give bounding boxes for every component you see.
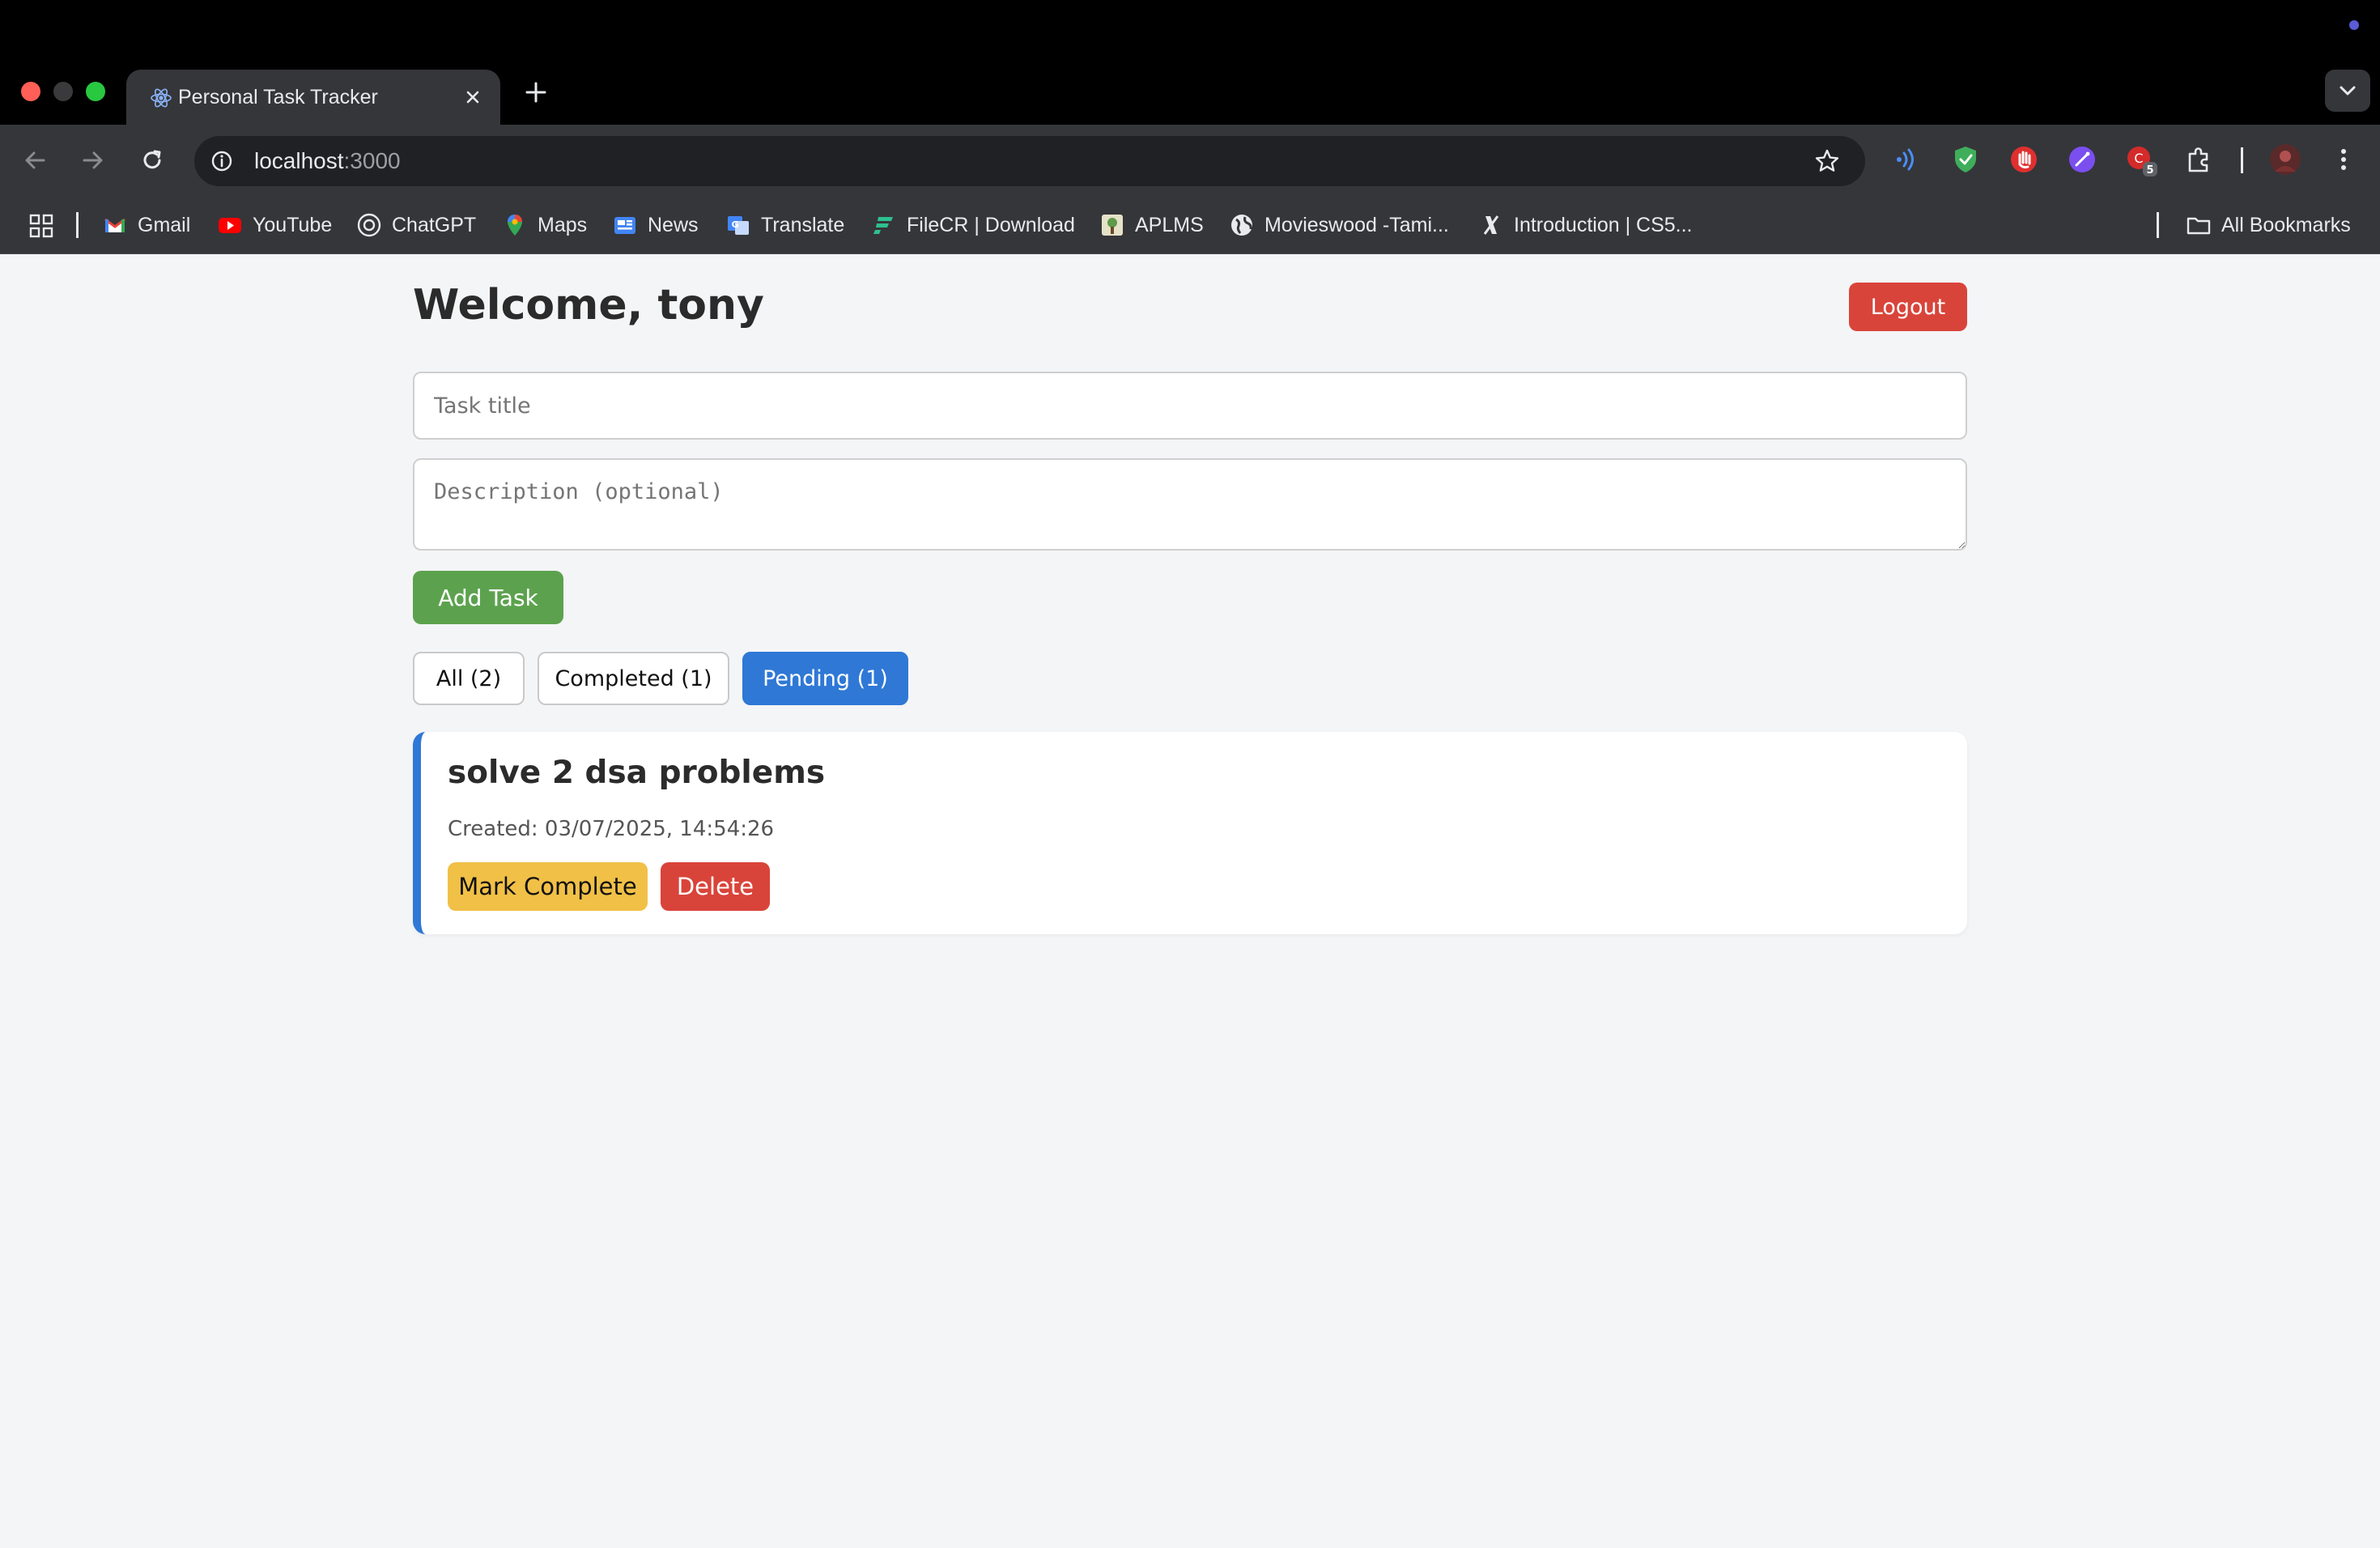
bookmark-news[interactable]: News (612, 196, 699, 254)
react-logo-icon (151, 88, 172, 108)
site-info-icon[interactable] (209, 148, 235, 174)
bookmark-gmail[interactable]: Gmail (102, 196, 190, 254)
window-zoom-button[interactable] (86, 82, 105, 101)
tab-search-button[interactable] (2325, 70, 2370, 112)
task-card: solve 2 dsa problems Created: 03/07/2025… (413, 732, 1967, 934)
reload-icon[interactable] (134, 142, 170, 178)
delete-task-button[interactable]: Delete (661, 862, 770, 911)
all-bookmarks-folder[interactable]: All Bookmarks (2186, 196, 2351, 254)
svg-text:G: G (731, 219, 738, 230)
task-created-date: Created: 03/07/2025, 14:54:26 (448, 817, 775, 841)
logout-button[interactable]: Logout (1849, 283, 1967, 331)
window-close-button[interactable] (21, 82, 40, 101)
shield-extension-icon[interactable] (1949, 142, 1983, 176)
red-extension-badge-icon[interactable]: C 5 (2123, 142, 2157, 176)
apps-grid-icon[interactable] (28, 212, 55, 240)
address-bar[interactable]: localhost:3000 (194, 136, 1865, 186)
filter-completed-button[interactable]: Completed (1) (538, 652, 729, 705)
bookmark-label: Movieswood -Tami... (1264, 213, 1449, 236)
url-host: localhost (254, 148, 344, 173)
filter-pending-button[interactable]: Pending (1) (742, 652, 908, 705)
audio-wave-extension-icon[interactable] (1889, 142, 1923, 176)
chevron-down-icon (2340, 86, 2356, 96)
bookmarks-divider (76, 212, 79, 238)
task-title-input[interactable] (413, 372, 1967, 440)
bookmarks-divider (2157, 212, 2159, 238)
browser-toolbar: localhost:3000 C 5 (0, 125, 2380, 196)
puzzle-extensions-icon[interactable] (2182, 142, 2216, 176)
more-vertical-icon[interactable] (2327, 142, 2361, 176)
bookmark-translate[interactable]: G Translate (725, 196, 844, 254)
bookmarks-bar: Gmail YouTube ChatGPT Maps News G Transl… (0, 196, 2380, 254)
translate-icon: G (728, 216, 749, 235)
filecr-icon (873, 217, 893, 234)
browser-titlebar: Personal Task Tracker (0, 0, 2380, 125)
folder-icon (2187, 217, 2211, 235)
bookmark-label: YouTube (253, 213, 333, 236)
window-minimize-button[interactable] (53, 82, 73, 101)
welcome-heading: Welcome, tony (413, 281, 764, 330)
bookmark-label: Translate (761, 213, 845, 236)
hand-stop-extension-icon[interactable] (2007, 142, 2041, 176)
bookmark-star-icon[interactable] (1813, 147, 1841, 175)
bookmark-label: Gmail (138, 213, 191, 236)
forward-arrow-icon[interactable] (74, 142, 110, 178)
globe-icon (1231, 215, 1252, 236)
bookmark-label: ChatGPT (392, 213, 477, 236)
aplms-icon (1102, 215, 1123, 236)
new-tab-icon[interactable] (520, 76, 552, 108)
task-title: solve 2 dsa problems (448, 755, 826, 791)
extension-badge-count: 5 (2146, 164, 2153, 176)
task-tracker-page: Welcome, tony Logout Add Task All (2) Co… (0, 255, 2380, 1548)
add-task-button[interactable]: Add Task (413, 571, 563, 624)
svg-text:C: C (2134, 151, 2143, 166)
maps-icon (508, 215, 522, 236)
bookmark-label: APLMS (1135, 213, 1204, 236)
bookmark-label: News (648, 213, 699, 236)
bookmark-label: Maps (538, 213, 588, 236)
bookmark-filecr[interactable]: FileCR | Download (871, 196, 1075, 254)
toolbar-divider (2241, 147, 2243, 173)
bookmark-label: Introduction | CS5... (1514, 213, 1693, 236)
youtube-icon (219, 218, 241, 233)
bookmark-introduction[interactable]: Introduction | CS5... (1478, 196, 1693, 254)
url-text[interactable]: localhost:3000 (254, 136, 401, 186)
url-port: :3000 (343, 148, 401, 173)
x-icon (1483, 215, 1499, 235)
chatgpt-icon (357, 213, 381, 237)
bookmark-youtube[interactable]: YouTube (217, 196, 332, 254)
close-tab-icon[interactable] (461, 86, 484, 108)
back-arrow-icon[interactable] (18, 142, 53, 178)
bookmark-movieswood[interactable]: Movieswood -Tami... (1229, 196, 1449, 254)
news-icon (614, 217, 635, 234)
bookmark-maps[interactable]: Maps (502, 196, 587, 254)
bookmark-chatgpt[interactable]: ChatGPT (356, 196, 476, 254)
filter-all-button[interactable]: All (2) (413, 652, 525, 705)
status-dot (2349, 20, 2359, 30)
tab-title: Personal Task Tracker (178, 86, 378, 108)
browser-tab-active[interactable]: Personal Task Tracker (126, 70, 500, 125)
wand-extension-icon[interactable] (2065, 142, 2099, 176)
gmail-icon (104, 218, 125, 232)
all-bookmarks-label: All Bookmarks (2221, 213, 2351, 236)
mark-complete-button[interactable]: Mark Complete (448, 862, 648, 911)
bookmark-aplms[interactable]: APLMS (1099, 196, 1204, 254)
bookmark-label: FileCR | Download (907, 213, 1075, 236)
profile-avatar[interactable] (2268, 142, 2302, 176)
description-textarea[interactable] (413, 458, 1967, 551)
